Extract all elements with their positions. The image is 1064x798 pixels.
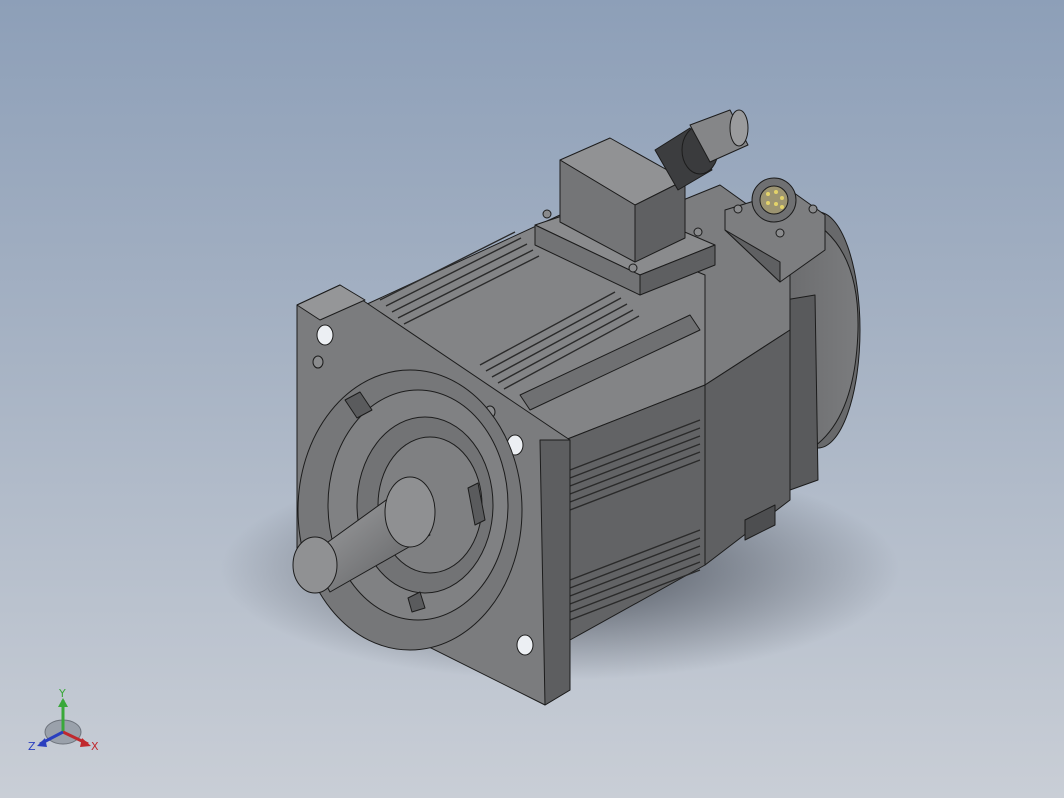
triad-x-label: X <box>91 740 99 753</box>
graphics-viewport[interactable]: Y X Z <box>0 0 1064 798</box>
triad-y-label: Y <box>58 687 66 700</box>
triad-z-arrow <box>37 738 47 747</box>
view-triad: Y X Z <box>28 687 99 753</box>
triad-z-label: Z <box>28 740 36 753</box>
model-view[interactable]: Y X Z <box>0 0 1064 798</box>
